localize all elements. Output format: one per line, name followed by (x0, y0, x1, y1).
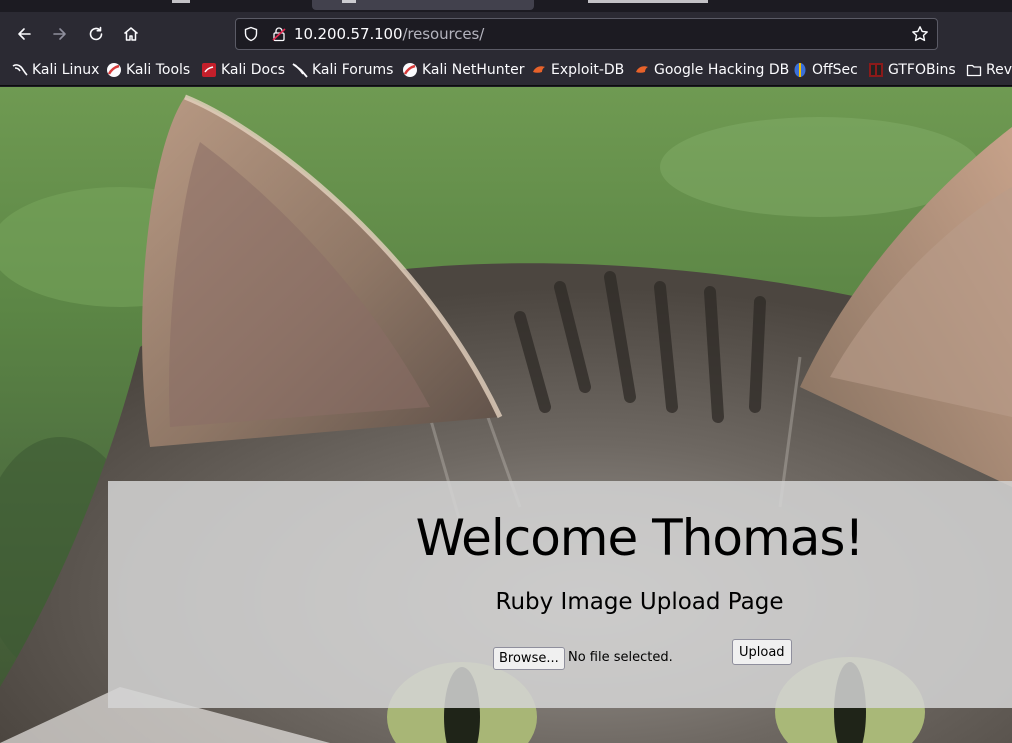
tab-title-fragment (172, 0, 190, 3)
url-text[interactable]: 10.200.57.100/resources/ (294, 25, 484, 43)
bookmark-label: Kali Forums (312, 62, 394, 78)
offsec-icon (794, 63, 806, 77)
folder-icon (966, 64, 982, 77)
url-host: 10.200.57.100 (294, 25, 403, 43)
page-title: Welcome Thomas! (415, 509, 865, 567)
reload-button[interactable] (80, 18, 112, 50)
file-status-text: No file selected. (568, 650, 673, 665)
bookmark-kali-nethunter[interactable]: Kali NetHunter (402, 56, 524, 84)
navigation-toolbar: 10.200.57.100/resources/ (0, 12, 1012, 56)
forward-button[interactable] (44, 18, 76, 50)
home-button[interactable] (115, 18, 147, 50)
arrow-left-icon (18, 28, 31, 40)
bookmark-folder-revs[interactable]: RevS (966, 56, 1012, 84)
exploit-db-icon (533, 66, 545, 73)
kali-dragon-icon (12, 64, 28, 76)
bookmark-label: OffSec (812, 62, 858, 78)
bookmarks-toolbar: Kali Linux Kali Tools Kali Docs Kali For… (0, 56, 1012, 86)
arrow-right-icon (53, 28, 66, 40)
bookmark-label: Kali Linux (32, 62, 100, 78)
insecure-lock-icon[interactable] (268, 23, 290, 45)
tab-previous[interactable] (0, 0, 300, 10)
browse-button[interactable]: Browse... (493, 647, 565, 670)
bookmark-gtfobins[interactable]: GTFOBins (868, 56, 956, 84)
ghdb-icon (636, 66, 648, 73)
bookmark-star-button[interactable] (909, 23, 931, 45)
gtfobins-icon (869, 63, 883, 77)
kali-docs-icon (202, 63, 216, 77)
bookmark-label: Kali NetHunter (422, 62, 525, 78)
kali-forums-icon (292, 63, 308, 78)
bookmark-google-hacking-db[interactable]: Google Hacking DB (634, 56, 789, 84)
reload-icon (89, 26, 103, 41)
tab-strip (0, 0, 1012, 12)
kali-nethunter-icon (403, 63, 417, 77)
bookmark-label: Kali Docs (221, 62, 286, 78)
bookmark-kali-linux[interactable]: Kali Linux (12, 56, 99, 84)
page-viewport: Welcome Thomas! Ruby Image Upload Page B… (0, 87, 1012, 743)
bookmark-offsec[interactable]: OffSec (792, 56, 858, 84)
url-bar[interactable]: 10.200.57.100/resources/ (235, 18, 938, 50)
url-path: /resources/ (402, 25, 485, 43)
bookmark-exploit-db[interactable]: Exploit-DB (531, 56, 624, 84)
shield-icon[interactable] (240, 23, 262, 45)
bookmark-kali-forums[interactable]: Kali Forums (292, 56, 393, 84)
tab-next[interactable] (540, 0, 840, 10)
bookmark-label: Google Hacking DB (654, 62, 790, 78)
tab-active[interactable] (312, 0, 534, 10)
bookmark-kali-docs[interactable]: Kali Docs (201, 56, 285, 84)
upload-button[interactable]: Upload (732, 639, 792, 665)
bookmark-label: GTFOBins (888, 62, 956, 78)
bookmark-label: Kali Tools (126, 62, 191, 78)
tab-title-fragment (342, 0, 356, 3)
bookmark-kali-tools[interactable]: Kali Tools (106, 56, 190, 84)
home-icon (124, 27, 138, 41)
bookmark-label: Exploit-DB (551, 62, 625, 78)
page-subtitle: Ruby Image Upload Page (495, 589, 784, 615)
upload-panel: Welcome Thomas! Ruby Image Upload Page B… (108, 481, 1012, 708)
tab-title-fragment (588, 0, 708, 3)
kali-tools-icon (107, 63, 121, 77)
bookmark-label: RevS (986, 62, 1012, 78)
back-button[interactable] (8, 18, 40, 50)
star-icon (912, 26, 928, 42)
